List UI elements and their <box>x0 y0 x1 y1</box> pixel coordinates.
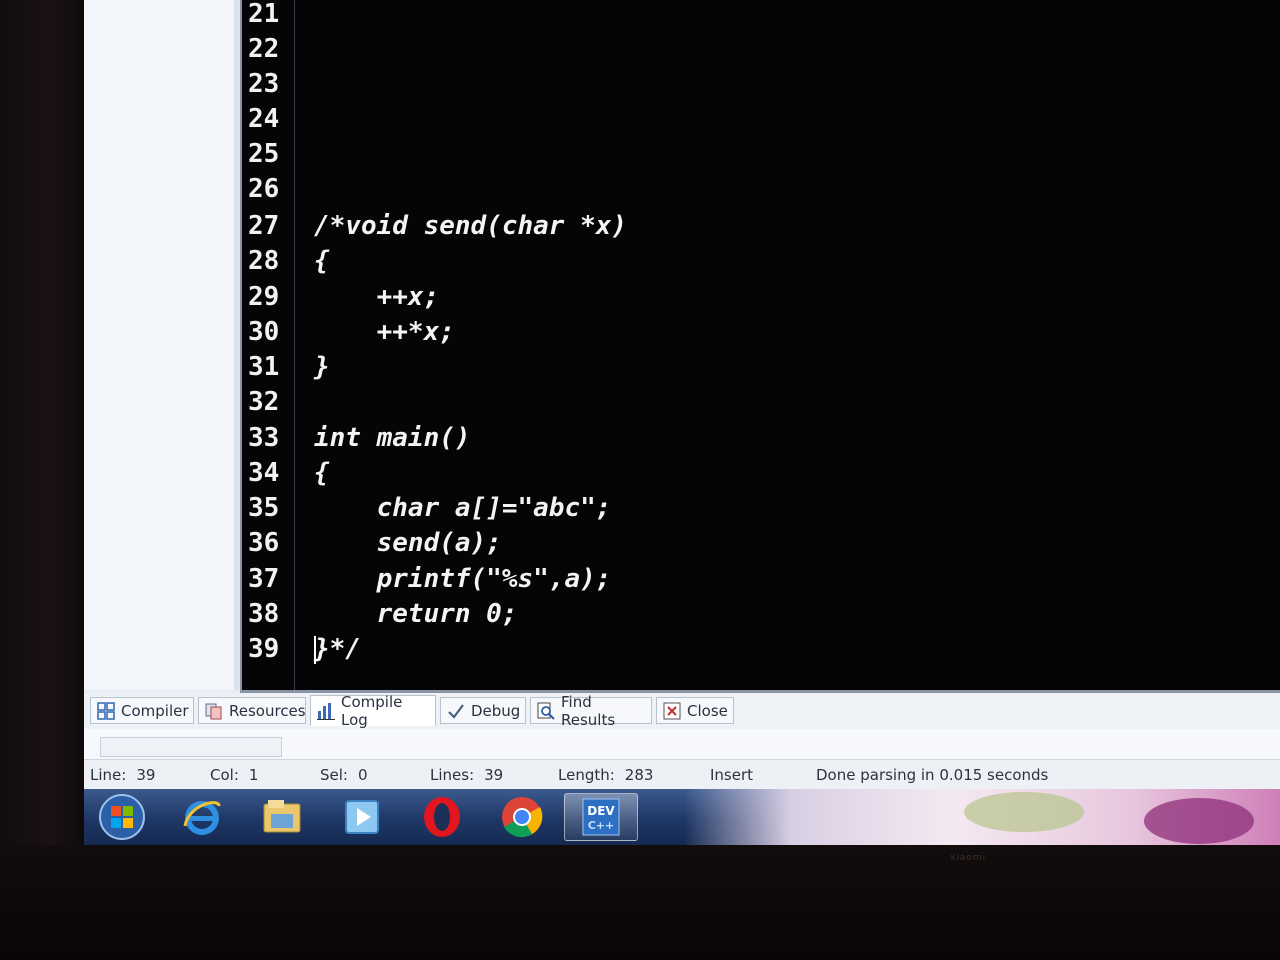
tab-find-results[interactable]: Find Results <box>530 693 652 729</box>
status-length: Length: 283 <box>558 766 653 784</box>
code-line: } <box>314 352 330 382</box>
line-number: 38 <box>248 599 280 629</box>
magnifier-page-icon <box>537 702 555 720</box>
tab-compile-log[interactable]: Compile Log <box>310 692 436 729</box>
status-lines-label: Lines: <box>430 766 475 784</box>
taskbar-dev-cpp[interactable]: DEV C++ <box>564 793 638 841</box>
status-line-label: Line: <box>90 766 127 784</box>
tab-label: Resources <box>229 701 306 720</box>
start-orb-icon <box>99 794 145 840</box>
dev-cpp-logo-top: DEV <box>587 804 615 818</box>
tab-label: Compiler <box>121 701 189 720</box>
internet-explorer-icon <box>183 801 221 835</box>
resources-icon <box>205 703 222 719</box>
code-line: ++x; <box>314 282 440 312</box>
line-number: 35 <box>248 493 280 523</box>
status-col-label: Col: <box>210 766 239 784</box>
code-line: send(a); <box>314 528 502 558</box>
tab-debug[interactable]: Debug <box>440 697 526 724</box>
code-editor[interactable]: 21 22 23 24 25 26 27 28 29 30 31 32 33 3… <box>240 0 1280 693</box>
line-number: 24 <box>248 104 280 134</box>
code-line: /*void send(char *x) <box>314 211 628 241</box>
line-number: 34 <box>248 458 280 488</box>
status-length-label: Length: <box>558 766 615 784</box>
media-player-icon <box>345 800 379 834</box>
line-number: 26 <box>248 174 280 204</box>
line-number: 27 <box>248 211 280 241</box>
taskbar-opera[interactable] <box>412 793 472 841</box>
line-number: 31 <box>248 352 280 382</box>
dev-cpp-icon: DEV C++ <box>582 798 620 836</box>
status-sel-value: 0 <box>357 766 368 784</box>
file-explorer-icon <box>263 800 301 833</box>
line-number: 21 <box>248 0 280 29</box>
line-number: 23 <box>248 69 280 99</box>
dev-cpp-window: 21 22 23 24 25 26 27 28 29 30 31 32 33 3… <box>84 0 1280 845</box>
code-line: char a[]="abc"; <box>314 493 612 523</box>
dev-cpp-logo-bottom: C++ <box>588 819 615 832</box>
status-lines-value: 39 <box>484 766 504 784</box>
status-sel: Sel: 0 <box>320 766 368 784</box>
line-number: 36 <box>248 528 280 558</box>
line-number: 25 <box>248 139 280 169</box>
status-line-value: 39 <box>136 766 156 784</box>
line-number: 29 <box>248 282 280 312</box>
status-bar: Line: 39 Col: 1 Sel: 0 Lines: 39 Length: 283 … <box>84 759 1280 790</box>
code-line: ++*x; <box>314 317 455 347</box>
wallpaper-shape <box>1144 798 1254 844</box>
line-number: 39 <box>248 634 280 664</box>
bottom-tab-bar: Compiler Resources Compile Log Debug Fin… <box>84 693 1280 730</box>
chrome-icon <box>502 797 543 838</box>
tab-label: Compile Log <box>341 692 403 729</box>
monitor-brand: xiaomi <box>950 853 987 863</box>
tab-label: Debug <box>471 701 521 720</box>
status-col-value: 1 <box>248 766 259 784</box>
start-button[interactable] <box>92 793 152 841</box>
status-col: Col: 1 <box>210 766 258 784</box>
tab-resources[interactable]: Resources <box>198 697 306 724</box>
opera-icon <box>424 797 460 837</box>
code-line: { <box>314 246 330 276</box>
code-line: { <box>314 458 330 488</box>
tab-label: Find Results <box>561 692 616 729</box>
line-number: 32 <box>248 387 280 417</box>
status-lines: Lines: 39 <box>430 766 503 784</box>
line-number: 37 <box>248 564 280 594</box>
monitor-bezel-bottom <box>0 845 1280 960</box>
bar-chart-icon <box>317 702 335 720</box>
line-number: 28 <box>248 246 280 276</box>
code-line: }*/ <box>314 634 361 664</box>
compile-log-field[interactable] <box>100 737 282 757</box>
taskbar-file-explorer[interactable] <box>252 793 312 841</box>
monitor-bezel-left <box>0 0 86 960</box>
code-line: int main() <box>314 423 471 453</box>
code-line: printf("%s",a); <box>314 564 612 594</box>
line-number: 33 <box>248 423 280 453</box>
taskbar-internet-explorer[interactable] <box>172 793 232 841</box>
checkmark-icon <box>448 703 464 719</box>
compile-log-panel <box>84 729 1280 759</box>
status-insert-mode: Insert <box>710 766 754 784</box>
status-message: Done parsing in 0.015 seconds <box>816 766 1049 784</box>
code-line: return 0; <box>314 599 518 629</box>
compiler-grid-icon <box>97 701 115 720</box>
taskbar-media-player[interactable] <box>332 793 392 841</box>
tab-compiler[interactable]: Compiler <box>90 697 194 724</box>
close-panel-icon <box>663 702 681 719</box>
line-number: 30 <box>248 317 280 347</box>
status-sel-label: Sel: <box>320 766 348 784</box>
tab-label: Close <box>687 701 728 720</box>
project-browser-pane[interactable] <box>84 0 235 690</box>
taskbar-chrome[interactable] <box>492 793 552 841</box>
status-length-value: 283 <box>624 766 654 784</box>
text-caret <box>314 636 316 664</box>
wallpaper-shape <box>964 792 1084 832</box>
line-number: 22 <box>248 34 280 64</box>
line-number-gutter: 21 22 23 24 25 26 27 28 29 30 31 32 33 3… <box>242 0 295 690</box>
tab-close[interactable]: Close <box>656 697 734 724</box>
status-line: Line: 39 <box>90 766 155 784</box>
